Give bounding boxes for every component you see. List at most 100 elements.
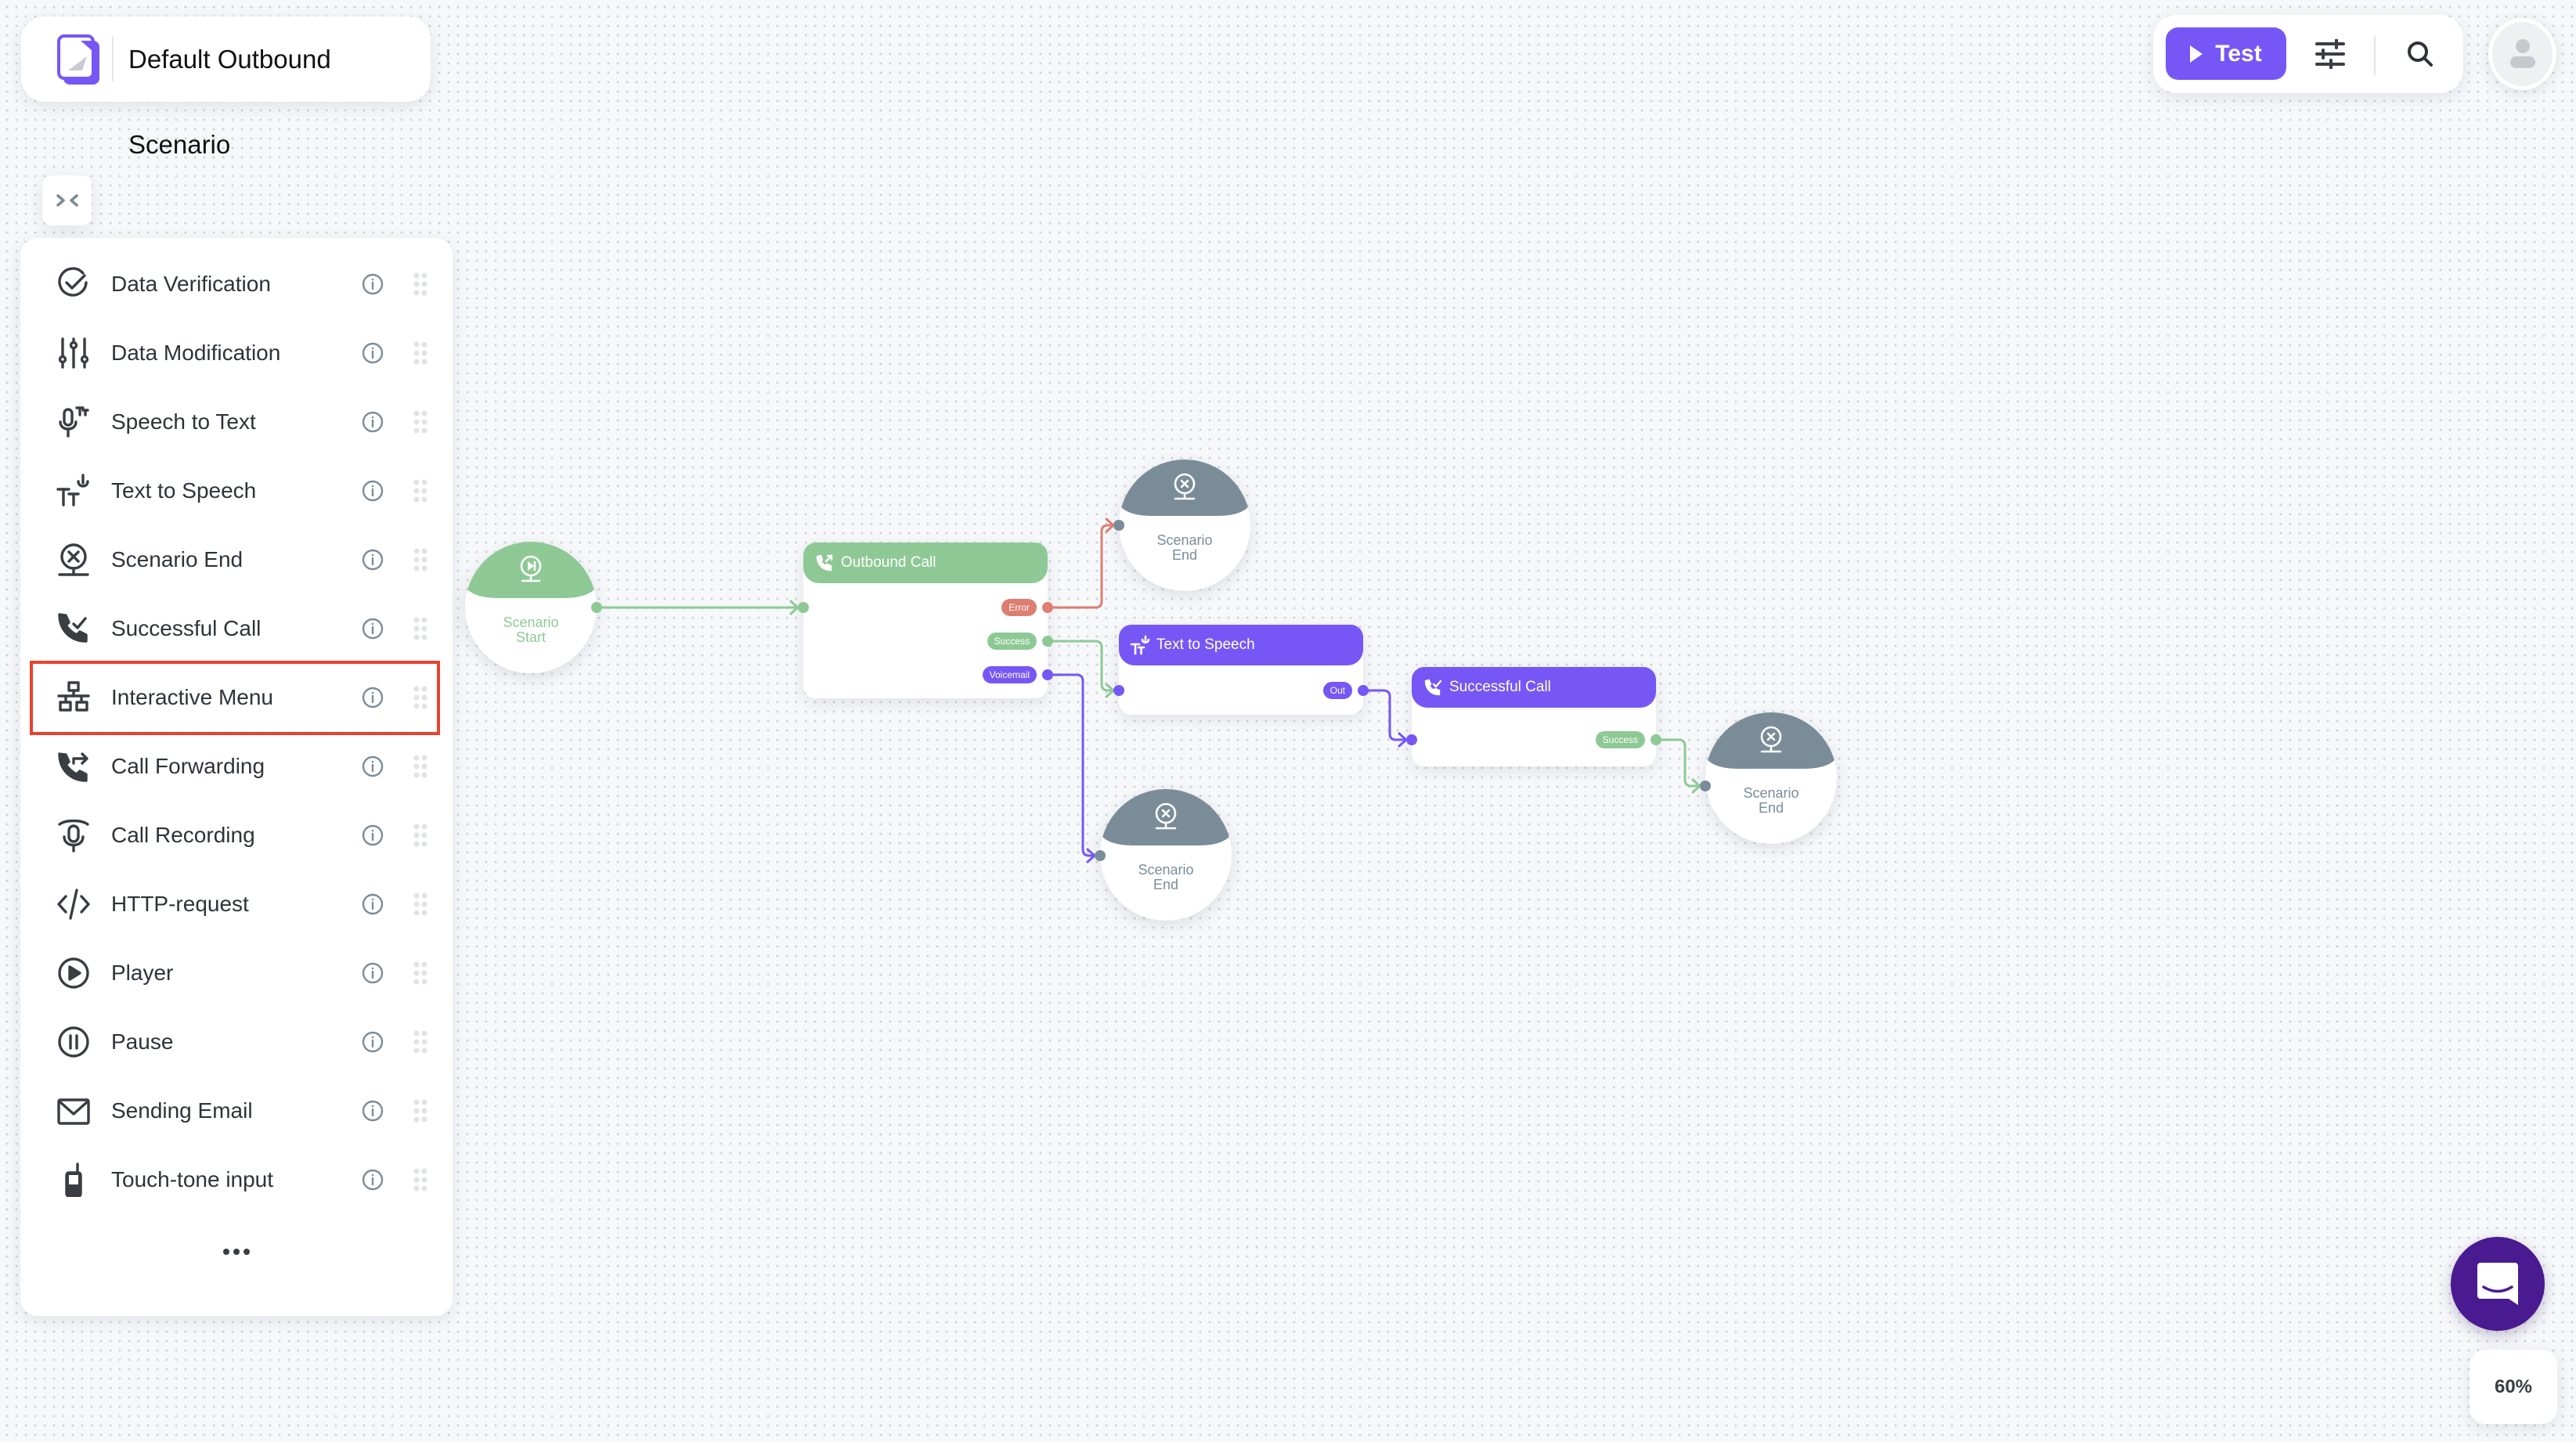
sidebar-item-http-request[interactable]: HTTP-request [30,870,443,939]
drag-handle-icon[interactable] [413,409,428,434]
info-icon[interactable] [362,480,384,502]
node-scenario-end-right[interactable]: Scenario End [1705,712,1837,844]
drag-handle-icon[interactable] [413,1098,428,1123]
sidebar-item-speech-to-text[interactable]: Speech to Text [30,388,443,456]
drag-handle-icon[interactable] [413,1029,428,1054]
node-text-to-speech[interactable]: Text to Speech Out [1119,625,1363,715]
info-icon[interactable] [362,342,384,364]
drag-handle-icon[interactable] [413,1167,428,1192]
scenario-title[interactable]: Default Outbound Scenario [128,16,431,159]
support-chat-button[interactable] [2451,1237,2545,1331]
phone-forward-icon [56,749,91,784]
sidebar-item-call-recording[interactable]: Call Recording [30,801,443,870]
edge-arrow-icon [1086,848,1096,863]
drag-handle-icon[interactable] [413,547,428,572]
edge-tts-out-to-successful_call[interactable] [1363,689,1412,741]
node-label-line: End [1153,877,1179,892]
collapse-panel-button[interactable] [42,175,92,225]
dot [233,1249,240,1255]
drag-handle-icon[interactable] [413,892,428,917]
text-mic-icon [56,474,91,508]
node-header: Successful Call [1412,667,1656,708]
sidebar-item-label: Interactive Menu [111,685,273,709]
info-icon[interactable] [362,549,384,571]
sidebar-item-data-verification[interactable]: Data Verification [30,250,443,319]
info-icon[interactable] [362,1031,384,1053]
port-label-out: Out [1322,682,1352,699]
sidebar-item-pause[interactable]: Pause [30,1008,443,1076]
info-icon[interactable] [362,1169,384,1191]
info-icon[interactable] [362,411,384,433]
sidebar-item-sending-email[interactable]: Sending Email [30,1076,443,1145]
test-button[interactable]: Test [2166,27,2286,80]
node-outbound-call[interactable]: Outbound Call Error Success Voicemail [803,543,1048,698]
edge-outbound_call-voicemail-to-end_bottom[interactable] [1048,673,1100,857]
node-label: Scenario End [1705,786,1837,816]
sidebar-item-label: HTTP-request [111,892,249,916]
port-label-error: Error [1001,599,1037,616]
sidebar-item-successful-call[interactable]: Successful Call [30,594,443,663]
sidebar-item-player[interactable]: Player [30,939,443,1008]
sidebar-item-data-modification[interactable]: Data Modification [30,319,443,388]
sidebar-item-interactive-menu[interactable]: Interactive Menu [30,663,443,732]
drag-handle-icon[interactable] [413,685,428,710]
node-label-line: End [1171,547,1198,563]
drag-handle-icon[interactable] [413,823,428,848]
info-icon[interactable] [362,824,384,846]
node-title: Successful Call [1449,679,1551,695]
phone-outgoing-icon [816,554,833,571]
info-icon[interactable] [362,893,384,915]
info-icon[interactable] [362,273,384,295]
sidebar-item-scenario-end[interactable]: Scenario End [30,525,443,594]
edge-arrow-icon [1105,683,1115,698]
node-scenario-end-bottom[interactable]: Scenario End [1100,789,1232,921]
sidebar-item-label: Pause [111,1029,174,1054]
sliders-vertical-icon [56,336,91,370]
check-circle-icon [56,267,91,301]
node-label-line: Start [515,629,546,645]
mic-text-icon [56,405,91,439]
node-scenario-start[interactable]: Scenario Start [465,542,597,673]
info-icon[interactable] [362,962,384,984]
sitemap-icon [56,680,91,715]
drag-handle-icon[interactable] [413,961,428,986]
edge-outbound_call-success-to-tts[interactable] [1048,640,1119,692]
edge-successful_call-success-to-end_right[interactable] [1656,738,1705,788]
toolbar-divider [2374,36,2376,75]
drag-handle-icon[interactable] [413,616,428,641]
info-icon[interactable] [362,755,384,777]
pause-circle-icon [56,1025,91,1059]
node-successful-call[interactable]: Successful Call Success [1412,667,1656,766]
zoom-level-indicator[interactable]: 60% [2470,1350,2557,1424]
scenario-header: Default Outbound Scenario [21,16,431,159]
blocks-sidebar: Data Verification Data Modification Speech… [20,238,453,1316]
edge-arrow-icon [1691,778,1701,794]
sidebar-item-call-forwarding[interactable]: Call Forwarding [30,732,443,801]
drag-handle-icon[interactable] [413,754,428,779]
node-scenario-end-top[interactable]: Scenario End [1119,460,1250,591]
sidebar-item-label: Call Recording [111,823,255,847]
drag-handle-icon[interactable] [413,272,428,297]
node-label: Scenario Start [465,615,597,645]
search-button[interactable] [2400,32,2441,76]
edge-outbound_call-error-to-end_top[interactable] [1048,524,1119,609]
node-label: Scenario End [1100,863,1232,892]
sidebar-item-touch-tone-input[interactable]: Touch-tone input [30,1145,443,1214]
info-icon[interactable] [362,618,384,640]
sidebar-item-text-to-speech[interactable]: Text to Speech [30,456,443,525]
settings-button[interactable] [2310,32,2351,76]
drag-handle-icon[interactable] [413,478,428,503]
user-avatar[interactable] [2488,18,2556,90]
dot [244,1249,250,1255]
info-icon[interactable] [362,687,384,708]
more-blocks-button[interactable] [216,1240,257,1264]
top-toolbar: Test [2153,15,2463,93]
header-divider [112,37,114,81]
phone-check-icon [1424,679,1442,696]
chat-smile-icon [2477,1263,2518,1305]
drag-handle-icon[interactable] [413,341,428,366]
scenario-start-icon [520,555,542,582]
info-icon[interactable] [362,1100,384,1122]
sidebar-item-label: Text to Speech [111,478,257,503]
text-mic-icon [1130,635,1150,655]
